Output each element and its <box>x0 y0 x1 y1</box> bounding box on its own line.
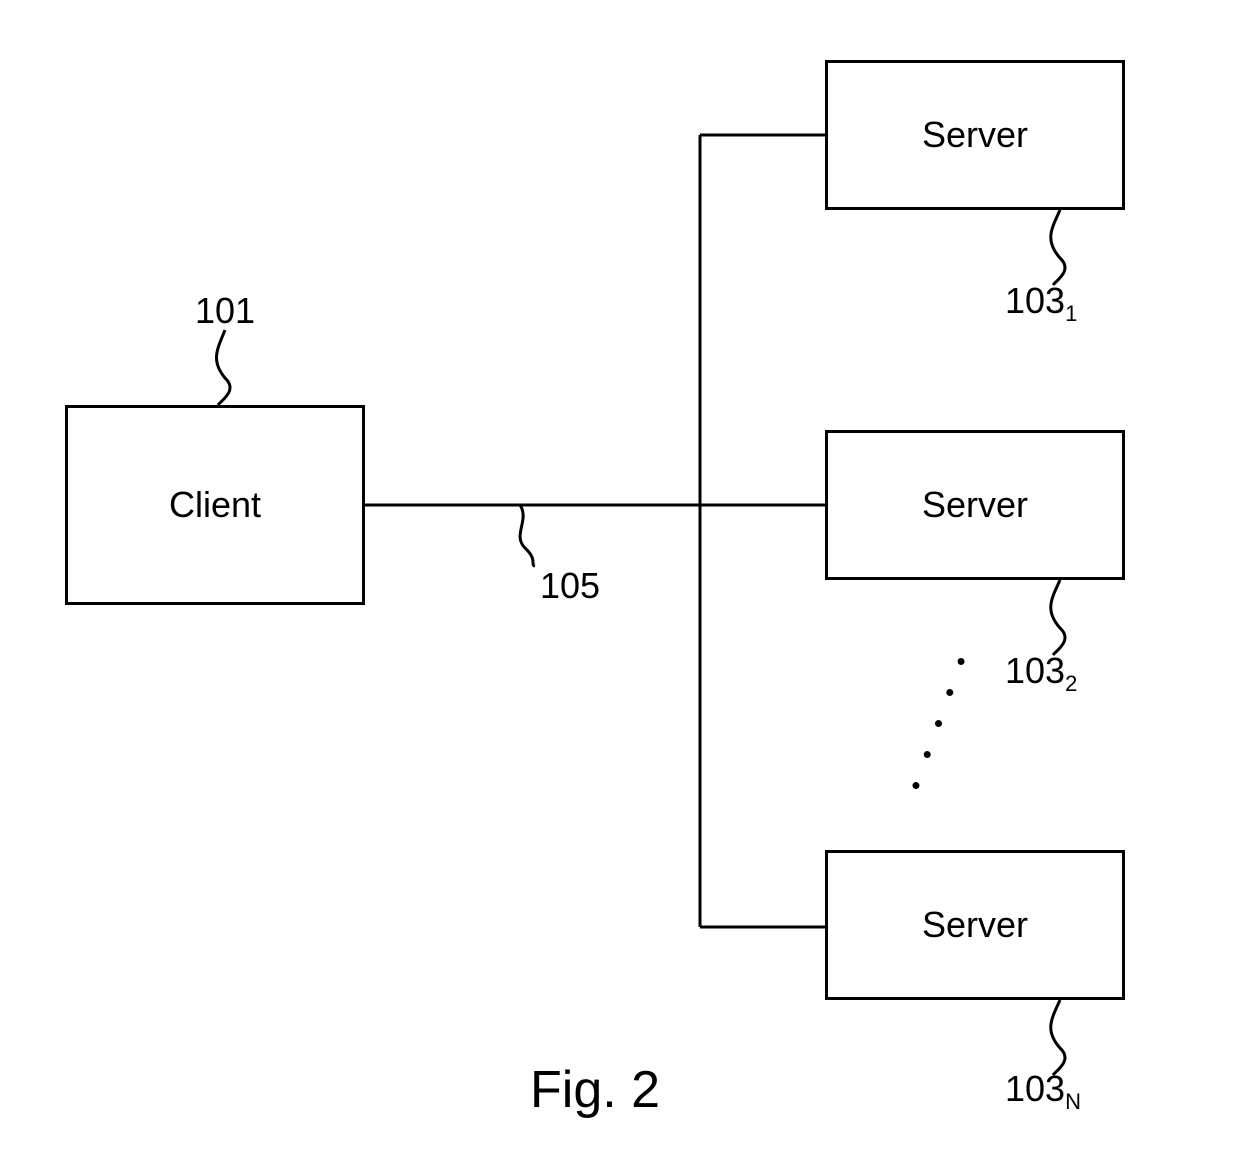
server-n-ref-sub: N <box>1065 1089 1081 1114</box>
callout-server-n-ref: 103N <box>1005 1068 1081 1115</box>
callout-client-ref: 101 <box>195 290 255 332</box>
server-2-ref-text: 103 <box>1005 650 1065 691</box>
callout-server-2-ref: 1032 <box>1005 650 1077 697</box>
server-label-n: Server <box>922 904 1028 946</box>
callout-server-1-ref: 1031 <box>1005 280 1077 327</box>
callout-bus-ref: 105 <box>540 565 600 607</box>
server-box-2: Server <box>825 430 1125 580</box>
server-1-ref-text: 103 <box>1005 280 1065 321</box>
client-label: Client <box>169 484 261 526</box>
client-box: Client <box>65 405 365 605</box>
figure-caption-text: Fig. 2 <box>530 1061 660 1119</box>
server-label-1: Server <box>922 114 1028 156</box>
figure-caption: Fig. 2 <box>530 1060 660 1120</box>
server-label-2: Server <box>922 484 1028 526</box>
ellipsis-icon <box>903 633 975 815</box>
client-ref-text: 101 <box>195 290 255 331</box>
server-box-n: Server <box>825 850 1125 1000</box>
server-n-ref-text: 103 <box>1005 1068 1065 1109</box>
server-2-ref-sub: 2 <box>1065 671 1077 696</box>
bus-ref-text: 105 <box>540 565 600 606</box>
server-1-ref-sub: 1 <box>1065 301 1077 326</box>
server-box-1: Server <box>825 60 1125 210</box>
